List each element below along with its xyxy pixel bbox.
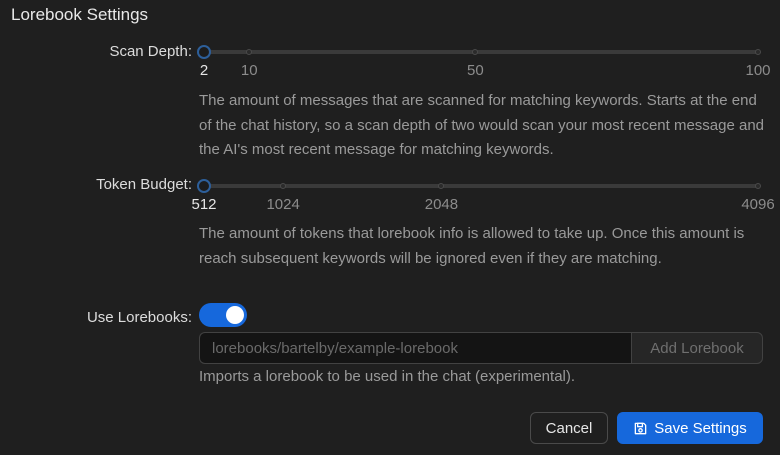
slider-mark-label[interactable]: 512 xyxy=(191,196,216,213)
slider-mark-dot[interactable] xyxy=(472,49,479,55)
save-settings-button[interactable]: Save Settings xyxy=(617,412,763,444)
slider-mark-label[interactable]: 100 xyxy=(745,62,770,79)
use-lorebooks-toggle[interactable] xyxy=(199,303,247,327)
slider-mark-dot[interactable] xyxy=(246,49,253,55)
slider-mark-label[interactable]: 2048 xyxy=(425,196,458,213)
slider-mark-label[interactable]: 1024 xyxy=(266,196,299,213)
scan-depth-slider[interactable] xyxy=(197,45,761,59)
slider-track[interactable] xyxy=(204,50,758,54)
token-budget-marks: 512 1024 2048 4096 xyxy=(191,196,774,214)
save-icon xyxy=(633,421,648,436)
slider-mark-dot[interactable] xyxy=(438,183,445,189)
slider-mark-dot[interactable] xyxy=(280,183,287,189)
token-budget-help: The amount of tokens that lorebook info … xyxy=(199,225,745,267)
lorebook-path-input[interactable] xyxy=(199,332,631,364)
save-button-label: Save Settings xyxy=(654,419,747,437)
cancel-button[interactable]: Cancel xyxy=(530,412,608,444)
token-budget-label: Token Budget: xyxy=(96,176,192,193)
modal-title: Lorebook Settings xyxy=(11,5,149,24)
slider-handle[interactable] xyxy=(197,45,211,59)
slider-mark-label[interactable]: 10 xyxy=(241,62,258,79)
scan-depth-help: The amount of messages that are scanned … xyxy=(199,92,765,158)
slider-mark-label[interactable]: 2 xyxy=(200,62,208,79)
lorebook-input-group: Add Lorebook xyxy=(199,332,763,364)
slider-track[interactable] xyxy=(204,184,758,188)
slider-mark-label[interactable]: 50 xyxy=(467,62,484,79)
cancel-button-label: Cancel xyxy=(545,419,593,437)
token-budget-slider[interactable] xyxy=(197,179,761,193)
slider-handle[interactable] xyxy=(197,179,211,193)
add-lorebook-button[interactable]: Add Lorebook xyxy=(631,332,763,364)
scan-depth-marks: 2 10 50 100 xyxy=(200,62,771,80)
toggle-knob xyxy=(226,306,244,324)
scan-depth-label: Scan Depth: xyxy=(109,43,192,60)
slider-mark-dot[interactable] xyxy=(755,49,761,55)
slider-mark-label[interactable]: 4096 xyxy=(741,196,774,213)
lorebook-input-help: Imports a lorebook to be used in the cha… xyxy=(199,368,576,385)
slider-mark-dot[interactable] xyxy=(755,183,761,189)
use-lorebooks-label: Use Lorebooks: xyxy=(86,309,192,326)
